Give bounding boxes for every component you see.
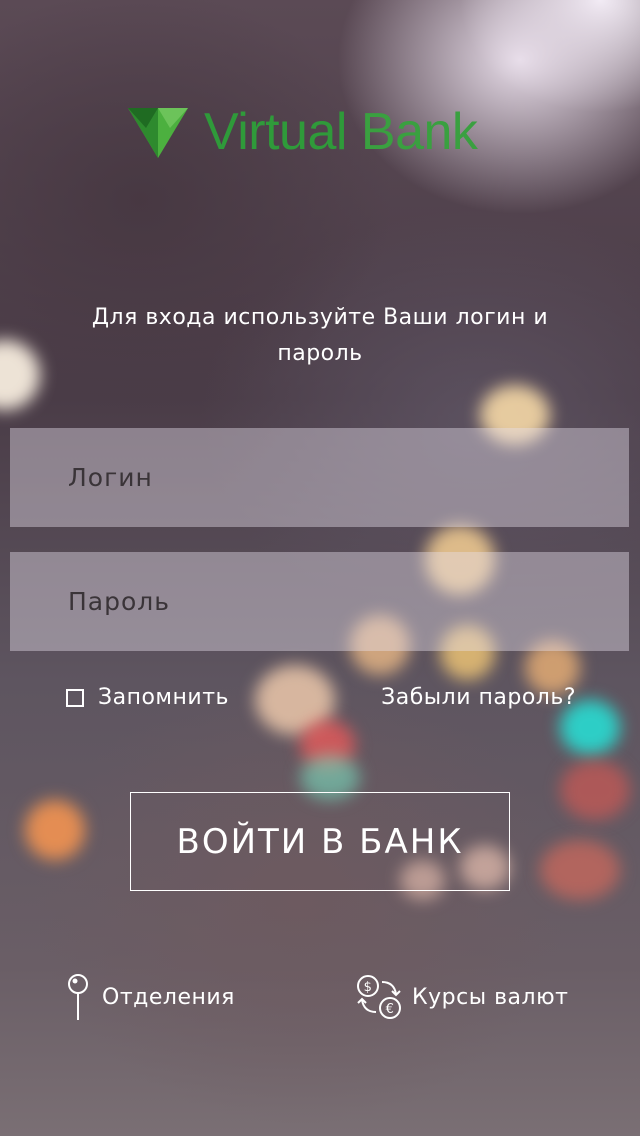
forgot-password-link[interactable]: Забыли пароль? [381,680,576,716]
map-pin-icon [68,974,88,1020]
background-light [560,760,630,820]
background-light [25,800,85,860]
triangle-logo-icon [128,108,188,158]
logo-bank-text: Bank [346,103,478,161]
app-logo: Virtual Bank [128,100,528,164]
svg-text:€: € [386,1002,395,1017]
login-button[interactable]: ВОЙТИ В БАНК [130,792,510,891]
remember-checkbox[interactable] [66,689,84,707]
svg-text:$: $ [364,980,373,995]
logo-wordmark: Virtual Bank [204,102,478,162]
login-instructions: Для входа используйте Ваши логин и парол… [91,305,549,366]
branches-label: Отделения [102,984,235,1010]
password-input[interactable] [66,586,590,617]
password-field-container [10,552,629,651]
login-screen: Virtual Bank Для входа используйте Ваши … [0,0,640,1136]
currency-exchange-icon: $ € [357,975,401,1019]
login-field-container [10,428,629,527]
exchange-rates-label: Курсы валют [412,984,569,1010]
remember-label: Запомнить [98,685,229,710]
branches-link[interactable]: Отделения [64,972,235,1022]
logo-virtual-text: Virtual [204,103,347,161]
background-light [540,840,620,900]
login-options: Запомнить Забыли пароль? [66,680,586,716]
exchange-rates-link[interactable]: $ € Курсы валют [354,972,568,1022]
remember-me-toggle[interactable]: Запомнить [66,680,229,716]
login-input[interactable] [66,462,590,493]
